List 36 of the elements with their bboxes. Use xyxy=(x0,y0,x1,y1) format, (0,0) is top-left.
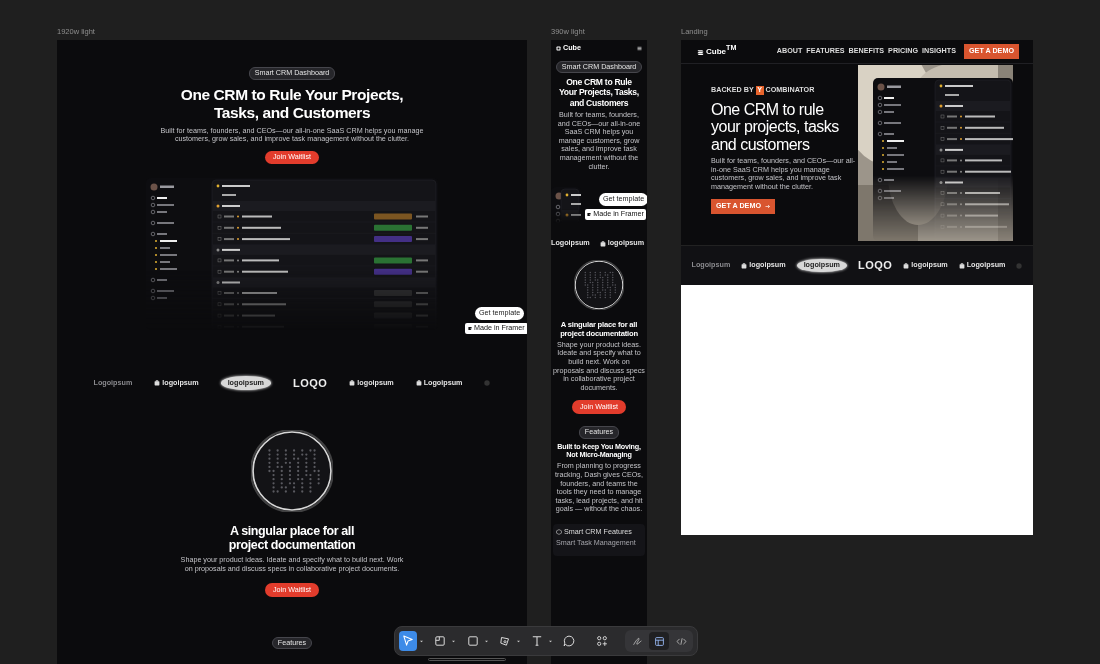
section-heading: A singular place for all project documentation xyxy=(227,523,357,552)
arrow-icon xyxy=(765,204,770,210)
logo-mark-icon xyxy=(903,262,910,269)
caret-icon[interactable] xyxy=(516,638,521,644)
caret-icon[interactable] xyxy=(419,638,425,644)
menu-icon xyxy=(637,45,642,51)
mode-button[interactable] xyxy=(649,632,669,650)
globe-drawing xyxy=(574,259,624,310)
framer-icon xyxy=(468,325,472,331)
hero-heading: One CRM to Rule Your Projects, Tasks, and Customers xyxy=(558,77,640,109)
logo-wordmark: LOQO xyxy=(292,377,328,389)
caret-icon[interactable] xyxy=(483,638,489,644)
logo-mark-icon xyxy=(415,380,422,387)
hero-heading: One CRM to Rule Your Projects, Tasks, and Customers xyxy=(179,85,405,122)
logo-mark-icon xyxy=(154,380,161,387)
pointer-icon xyxy=(401,634,416,648)
comment-icon xyxy=(562,634,577,648)
brand-logo[interactable]: Cube$^{TM}$ xyxy=(697,47,737,56)
components-icon xyxy=(594,634,609,648)
hero-heading: One CRM to rule your projects, tasks and customers xyxy=(711,100,840,154)
logo-mark-icon xyxy=(1016,262,1023,269)
frame-icon xyxy=(433,634,448,648)
logo-mark-icon xyxy=(484,380,491,387)
scroll-handle[interactable] xyxy=(428,658,506,661)
logo-mark-icon xyxy=(599,240,606,247)
logo-mark-icon xyxy=(349,380,356,387)
rectangle-icon xyxy=(465,634,480,648)
tool-button[interactable] xyxy=(399,631,418,651)
caret-icon[interactable] xyxy=(451,638,457,644)
framer-icon xyxy=(587,212,592,218)
logo-mark-icon xyxy=(958,262,965,269)
logo-wordmark: LOQO xyxy=(857,260,893,271)
layout-icon xyxy=(652,634,666,648)
logo-mark-icon xyxy=(741,262,748,269)
pen-icon xyxy=(497,634,512,648)
caret-icon[interactable] xyxy=(548,638,554,644)
